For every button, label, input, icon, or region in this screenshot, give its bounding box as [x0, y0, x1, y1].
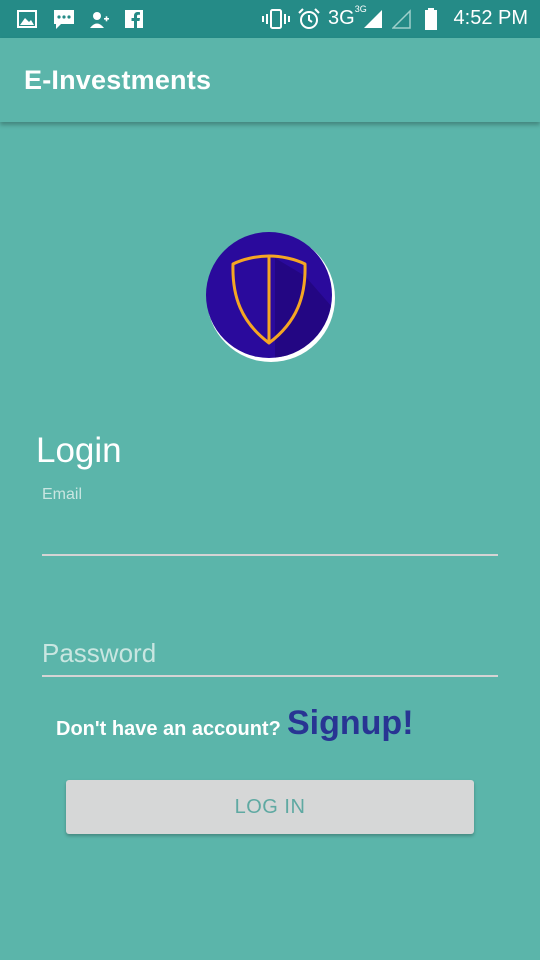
battery-icon: [425, 8, 437, 30]
email-underline: [42, 554, 498, 556]
app-title: E-Investments: [24, 65, 212, 95]
app-bar: E-Investments: [0, 38, 540, 122]
signup-link[interactable]: Signup!: [287, 704, 414, 743]
email-field[interactable]: [42, 508, 502, 554]
password-underline: [42, 675, 498, 677]
vibrate-icon: [262, 9, 290, 29]
facebook-icon: [125, 10, 143, 28]
signal-empty-icon: [392, 9, 411, 29]
password-field[interactable]: [42, 633, 498, 673]
status-bar: 3G3G 4:52 PM: [0, 0, 540, 38]
message-icon: [54, 10, 74, 29]
signal-icon: [364, 10, 382, 28]
shield-icon: [206, 232, 335, 362]
login-button[interactable]: LOG IN: [66, 780, 474, 834]
gallery-icon: [17, 10, 37, 28]
alarm-icon: [298, 8, 320, 29]
add-contact-icon: [90, 12, 109, 28]
app-logo: [205, 232, 337, 364]
network-label: 3G3G: [328, 4, 367, 29]
login-heading: Login: [36, 431, 122, 470]
email-label: Email: [42, 486, 83, 503]
no-account-text: Don't have an account?: [56, 718, 281, 740]
clock: 4:52 PM: [453, 7, 528, 29]
